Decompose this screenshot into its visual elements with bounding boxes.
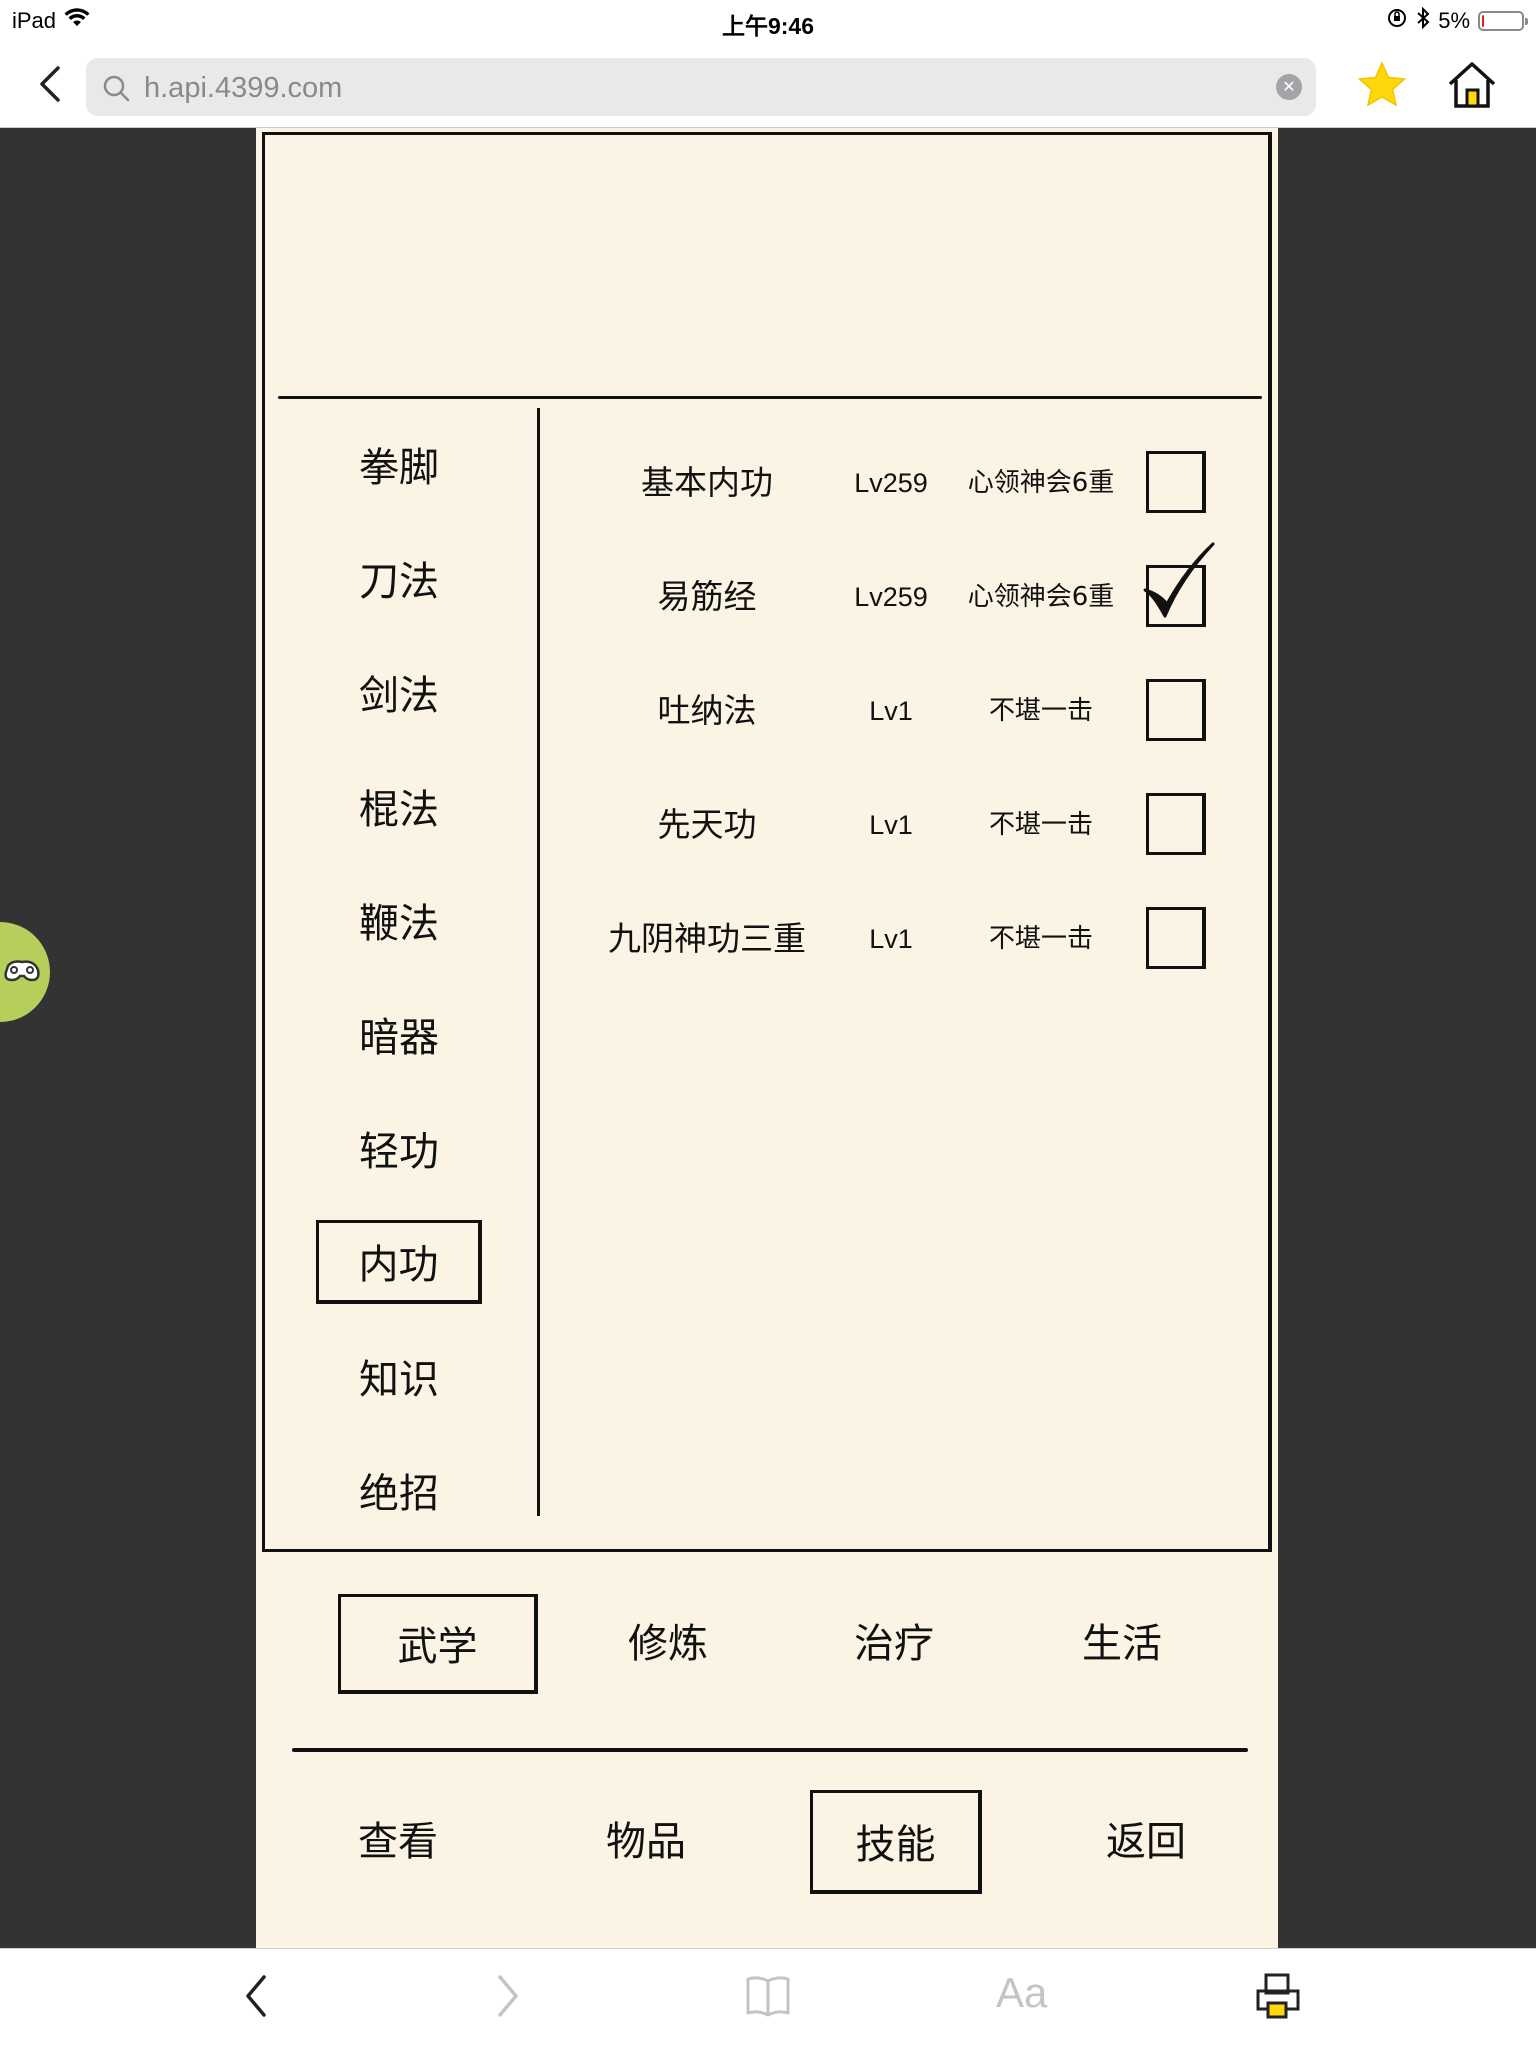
skill-row: 吐纳法 Lv1 不堪一击 <box>256 671 1278 751</box>
battery-icon <box>1478 11 1528 31</box>
skill-level: Lv259 <box>854 468 928 498</box>
nav-wupin-button[interactable]: 物品 <box>560 1790 732 1894</box>
checkmark-icon <box>1143 542 1215 618</box>
skill-row: 易筋经 Lv259 心领神会6重 <box>256 542 1278 637</box>
category-zhishi[interactable]: 知识 <box>316 1338 482 1422</box>
back-icon[interactable] <box>36 64 66 104</box>
skill-name: 九阴神功三重 <box>608 919 806 958</box>
panel-header-divider <box>278 396 1262 399</box>
tab-xiulian[interactable]: 修炼 <box>568 1594 768 1694</box>
nav-jineng-button[interactable]: 技能 <box>810 1790 982 1894</box>
tab-shenghuo[interactable]: 生活 <box>1022 1594 1222 1694</box>
tabs-divider <box>292 1748 1248 1752</box>
nav-chakan-button[interactable]: 查看 <box>312 1790 484 1894</box>
address-bar[interactable]: h.api.4399.com ✕ <box>86 58 1316 116</box>
skill-name: 易筋经 <box>657 577 757 616</box>
battery-percent: 5% <box>1438 8 1470 33</box>
skill-name: 先天功 <box>657 805 757 844</box>
skill-rank: 不堪一击 <box>988 810 1093 840</box>
status-time: 上午9:46 <box>721 13 815 39</box>
skill-row: 九阴神功三重 Lv1 不堪一击 <box>256 899 1278 979</box>
skill-level: Lv259 <box>854 582 928 612</box>
home-icon[interactable] <box>1444 60 1500 114</box>
bluetooth-icon <box>1416 6 1430 35</box>
rotation-lock-icon <box>1386 7 1408 35</box>
tab-zhiliao[interactable]: 治疗 <box>794 1594 994 1694</box>
text-size-icon[interactable]: Aa <box>996 1969 1047 2017</box>
skill-checkbox[interactable] <box>1146 679 1206 741</box>
skill-rank: 不堪一击 <box>988 696 1093 726</box>
skill-rank: 心领神会6重 <box>967 468 1115 498</box>
browser-bottom-bar: Aa <box>0 1948 1536 2048</box>
search-icon <box>102 74 130 106</box>
skill-checkbox[interactable] <box>1143 542 1215 627</box>
browser-toolbar: h.api.4399.com ✕ <box>0 40 1536 128</box>
back-icon[interactable] <box>240 1971 270 2025</box>
skill-level: Lv1 <box>869 810 913 840</box>
forward-icon[interactable] <box>494 1971 524 2025</box>
url-text: h.api.4399.com <box>144 72 343 104</box>
skill-rank: 不堪一击 <box>988 924 1093 954</box>
bookmarks-icon[interactable] <box>744 1971 792 2025</box>
tab-wuxue[interactable]: 武学 <box>338 1594 538 1694</box>
skill-level: Lv1 <box>869 924 913 954</box>
share-icon[interactable] <box>1254 1971 1302 2025</box>
skill-row: 基本内功 Lv259 心领神会6重 <box>256 443 1278 523</box>
skill-checkbox[interactable] <box>1146 451 1206 513</box>
skill-name: 吐纳法 <box>657 691 757 730</box>
game-canvas: 拳脚 刀法 剑法 棍法 鞭法 暗器 轻功 内功 知识 绝招 基本内功 Lv259… <box>256 128 1278 1948</box>
status-bar: iPad 上午9:46 5% <box>0 0 1536 40</box>
clear-icon[interactable]: ✕ <box>1276 74 1302 100</box>
skill-level: Lv1 <box>869 696 913 726</box>
favorite-star-icon[interactable] <box>1356 60 1408 114</box>
category-anqi[interactable]: 暗器 <box>316 996 482 1080</box>
status-right: 5% <box>1386 6 1528 35</box>
game-assistant-icon[interactable] <box>0 922 50 1022</box>
nav-fanhui-button[interactable]: 返回 <box>1060 1790 1232 1894</box>
skill-name: 基本内功 <box>641 463 773 502</box>
skill-checkbox[interactable] <box>1146 907 1206 969</box>
skill-row: 先天功 Lv1 不堪一击 <box>256 785 1278 865</box>
category-qinggong[interactable]: 轻功 <box>316 1110 482 1194</box>
category-juezhao[interactable]: 绝招 <box>316 1452 482 1536</box>
category-neigong[interactable]: 内功 <box>316 1220 482 1304</box>
skill-checkbox[interactable] <box>1146 793 1206 855</box>
skill-rank: 心领神会6重 <box>967 582 1115 612</box>
